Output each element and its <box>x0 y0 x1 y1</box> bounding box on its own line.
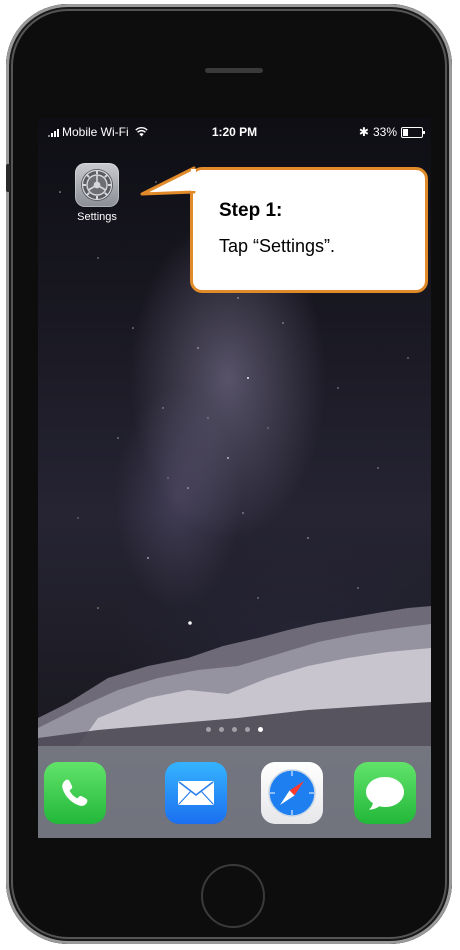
battery-level-fill <box>403 128 408 136</box>
mute-switch <box>6 164 10 192</box>
home-button[interactable] <box>201 864 265 928</box>
page-indicator[interactable] <box>38 727 431 732</box>
instruction-callout: Step 1: Tap “Settings”. <box>190 167 428 293</box>
phone-frame: Mobile Wi-Fi 1:20 PM ✱ 33% Settings <box>6 4 452 944</box>
callout-body: Tap “Settings”. <box>219 236 336 256</box>
messages-icon <box>366 777 404 810</box>
phone-app-icon[interactable] <box>44 762 106 824</box>
settings-app[interactable]: Settings <box>71 163 123 223</box>
safari-compass-icon <box>268 769 316 817</box>
settings-app-label: Settings <box>77 211 117 223</box>
messages-app-icon[interactable] <box>354 762 416 824</box>
battery-icon <box>401 126 425 138</box>
callout-title: Step 1: <box>219 200 283 221</box>
callout-pointer <box>140 166 196 196</box>
safari-app-icon[interactable] <box>261 762 323 824</box>
mail-icon <box>178 781 214 805</box>
settings-gear-icon[interactable] <box>75 163 119 207</box>
mail-app-icon[interactable] <box>165 762 227 824</box>
page-dot[interactable] <box>219 727 224 732</box>
status-right: ✱ 33% <box>358 125 425 139</box>
page-dot-active[interactable] <box>258 727 263 732</box>
status-bar: Mobile Wi-Fi 1:20 PM ✱ 33% <box>38 118 431 144</box>
dock <box>38 746 431 838</box>
page-dot[interactable] <box>206 727 211 732</box>
phone-icon <box>62 779 88 806</box>
page-dot[interactable] <box>232 727 237 732</box>
earpiece-speaker <box>205 68 263 73</box>
battery-percent: 33% <box>372 125 397 139</box>
bluetooth-icon: ✱ <box>358 125 369 139</box>
page-dot[interactable] <box>245 727 250 732</box>
